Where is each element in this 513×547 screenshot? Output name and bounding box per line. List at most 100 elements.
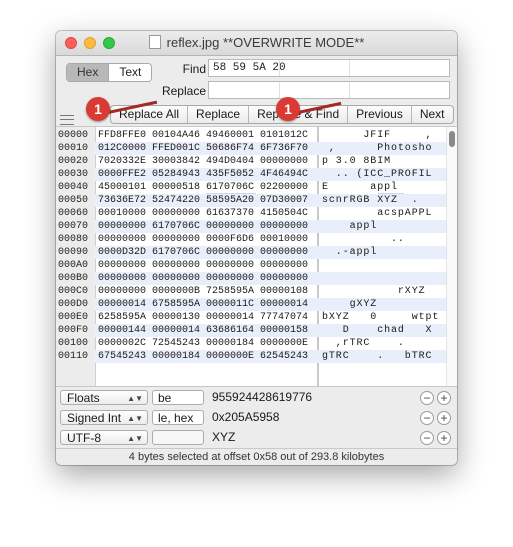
text-mode-button[interactable]: Text [108,64,152,81]
hex-row[interactable]: 000D0 00000014 6758595A 0000011C 00000014… [56,298,446,311]
inspector-option-select[interactable] [152,430,204,445]
annotation-badge: 1 [86,97,110,121]
row-hex-bytes[interactable]: 00000000 00000000 0000F6D6 00010000 [98,233,316,246]
row-hex-bytes[interactable]: 00000144 00000014 63686164 00000158 [98,324,316,337]
row-hex-bytes[interactable]: FFD8FFE0 00104A46 49460001 0101012C [98,129,316,142]
row-ascii[interactable]: JFIF , [322,129,440,142]
row-offset: 000F0 [58,324,94,337]
find-input[interactable]: 58 59 5A 20 [208,59,450,77]
remove-row-button[interactable]: − [420,391,434,405]
chevron-updown-icon: ▲▼ [127,414,143,423]
hex-row[interactable]: 00060 00010000 00000000 61637370 4150504C… [56,207,446,220]
vertical-scrollbar[interactable] [446,127,457,386]
row-ascii[interactable]: ,rTRC . [322,337,440,350]
row-ascii[interactable]: .. (ICC_PROFIL [322,168,440,181]
inspector-row: UTF-8 ▲▼ XYZ − + [56,428,457,448]
row-ascii[interactable]: .-appl [322,246,440,259]
row-hex-bytes[interactable]: 012C0000 FFED001C 50686F74 6F736F70 [98,142,316,155]
hex-editor-view[interactable]: 00000 FFD8FFE0 00104A46 49460001 0101012C… [56,126,457,387]
hex-row[interactable]: 00110 67545243 00000184 0000000E 62545243… [56,350,446,363]
row-hex-bytes[interactable]: 00000000 0000000B 7258595A 00000108 [98,285,316,298]
row-hex-bytes[interactable]: 6258595A 00000130 00000014 77747074 [98,311,316,324]
row-offset: 00050 [58,194,94,207]
inspector-type-select[interactable]: Floats ▲▼ [60,390,148,405]
hex-mode-button[interactable]: Hex [67,64,109,81]
row-hex-bytes[interactable]: 00010000 00000000 61637370 4150504C [98,207,316,220]
hex-row[interactable]: 000F0 00000144 00000014 63686164 00000158… [56,324,446,337]
document-icon [148,35,161,49]
hex-row[interactable]: 00020 7020332E 30003842 494D0404 00000000… [56,155,446,168]
inspector-type-label: UTF-8 [67,431,101,445]
replace-label: Replace [161,84,206,98]
window-title: reflex.jpg **OVERWRITE MODE** [166,35,365,50]
row-hex-bytes[interactable]: 7020332E 30003842 494D0404 00000000 [98,155,316,168]
row-offset: 00100 [58,337,94,350]
row-ascii[interactable]: p 3.0 8BIM [322,155,440,168]
row-offset: 000E0 [58,311,94,324]
remove-row-button[interactable]: − [420,411,434,425]
row-offset: 00010 [58,142,94,155]
row-hex-bytes[interactable]: 00000000 00000000 00000000 00000000 [98,272,316,285]
hex-row[interactable]: 000B0 00000000 00000000 00000000 00000000 [56,272,446,285]
inspector-type-select[interactable]: UTF-8 ▲▼ [60,430,148,445]
row-ascii[interactable]: , Photosho [322,142,440,155]
row-hex-bytes[interactable]: 73636E72 52474220 58595A20 07D30007 [98,194,316,207]
hex-row[interactable]: 000C0 00000000 0000000B 7258595A 00000108… [56,285,446,298]
row-ascii[interactable]: .. [322,233,440,246]
next-button[interactable]: Next [410,106,453,123]
row-hex-bytes[interactable]: 00000014 6758595A 0000011C 00000014 [98,298,316,311]
row-offset: 00000 [58,129,94,142]
row-offset: 00090 [58,246,94,259]
replace-input[interactable] [208,81,450,99]
row-ascii[interactable]: E appl [322,181,440,194]
chevron-updown-icon: ▲▼ [127,434,143,443]
hex-row[interactable]: 000A0 00000000 00000000 00000000 00000000 [56,259,446,272]
row-ascii[interactable]: bXYZ 0 wtpt [322,311,440,324]
hex-row[interactable]: 00040 45000101 00000518 6170706C 02200000… [56,181,446,194]
inspector-value: 0x205A5958 [212,410,280,424]
inspector-option-select[interactable]: le, hex [152,410,204,425]
inspector-type-select[interactable]: Signed Int ▲▼ [60,410,148,425]
hex-row[interactable]: 00050 73636E72 52474220 58595A20 07D30007… [56,194,446,207]
row-ascii[interactable]: gTRC . bTRC [322,350,440,363]
row-hex-bytes[interactable]: 0000002C 72545243 00000184 0000000E [98,337,316,350]
scrollbar-thumb[interactable] [449,131,455,147]
add-row-button[interactable]: + [437,411,451,425]
row-ascii[interactable]: D chad X [322,324,440,337]
row-ascii[interactable]: scnrRGB XYZ . [322,194,440,207]
inspector-row: Floats ▲▼ be 955924428619776 − + [56,388,457,408]
inspector-type-label: Signed Int [67,411,122,425]
hex-row[interactable]: 00090 0000D32D 6170706C 00000000 00000000… [56,246,446,259]
inspector-row: Signed Int ▲▼ le, hex 0x205A5958 − + [56,408,457,428]
row-hex-bytes[interactable]: 00000000 6170706C 00000000 00000000 [98,220,316,233]
row-hex-bytes[interactable]: 67545243 00000184 0000000E 62545243 [98,350,316,363]
remove-row-button[interactable]: − [420,431,434,445]
row-ascii[interactable]: acspAPPL [322,207,440,220]
row-hex-bytes[interactable]: 0000FFE2 05284943 435F5052 4F46494C [98,168,316,181]
previous-button[interactable]: Previous [347,106,411,123]
add-row-button[interactable]: + [437,391,451,405]
find-cell-divider [349,60,350,76]
hex-row[interactable]: 00030 0000FFE2 05284943 435F5052 4F46494C… [56,168,446,181]
hex-row[interactable]: 00000 FFD8FFE0 00104A46 49460001 0101012C… [56,129,446,142]
row-hex-bytes[interactable]: 00000000 00000000 00000000 00000000 [98,259,316,272]
add-row-button[interactable]: + [437,431,451,445]
row-ascii[interactable]: appl [322,220,440,233]
row-hex-bytes[interactable]: 0000D32D 6170706C 00000000 00000000 [98,246,316,259]
hex-row[interactable]: 00010 012C0000 FFED001C 50686F74 6F736F70… [56,142,446,155]
row-offset: 000C0 [58,285,94,298]
hex-row[interactable]: 00070 00000000 6170706C 00000000 00000000… [56,220,446,233]
replace-button[interactable]: Replace [187,106,248,123]
hex-row[interactable]: 00080 00000000 00000000 0000F6D6 00010000… [56,233,446,246]
inspector-option-select[interactable]: be [152,390,204,405]
row-ascii[interactable]: gXYZ [322,298,440,311]
hex-row[interactable]: 00100 0000002C 72545243 00000184 0000000E… [56,337,446,350]
hex-row[interactable]: 000E0 6258595A 00000130 00000014 77747074… [56,311,446,324]
options-menu-icon[interactable] [60,115,74,125]
row-offset: 000D0 [58,298,94,311]
row-hex-bytes[interactable]: 45000101 00000518 6170706C 02200000 [98,181,316,194]
row-offset: 00110 [58,350,94,363]
row-ascii[interactable]: rXYZ [322,285,440,298]
chevron-updown-icon: ▲▼ [127,394,143,403]
title-bar: reflex.jpg **OVERWRITE MODE** [56,31,457,56]
